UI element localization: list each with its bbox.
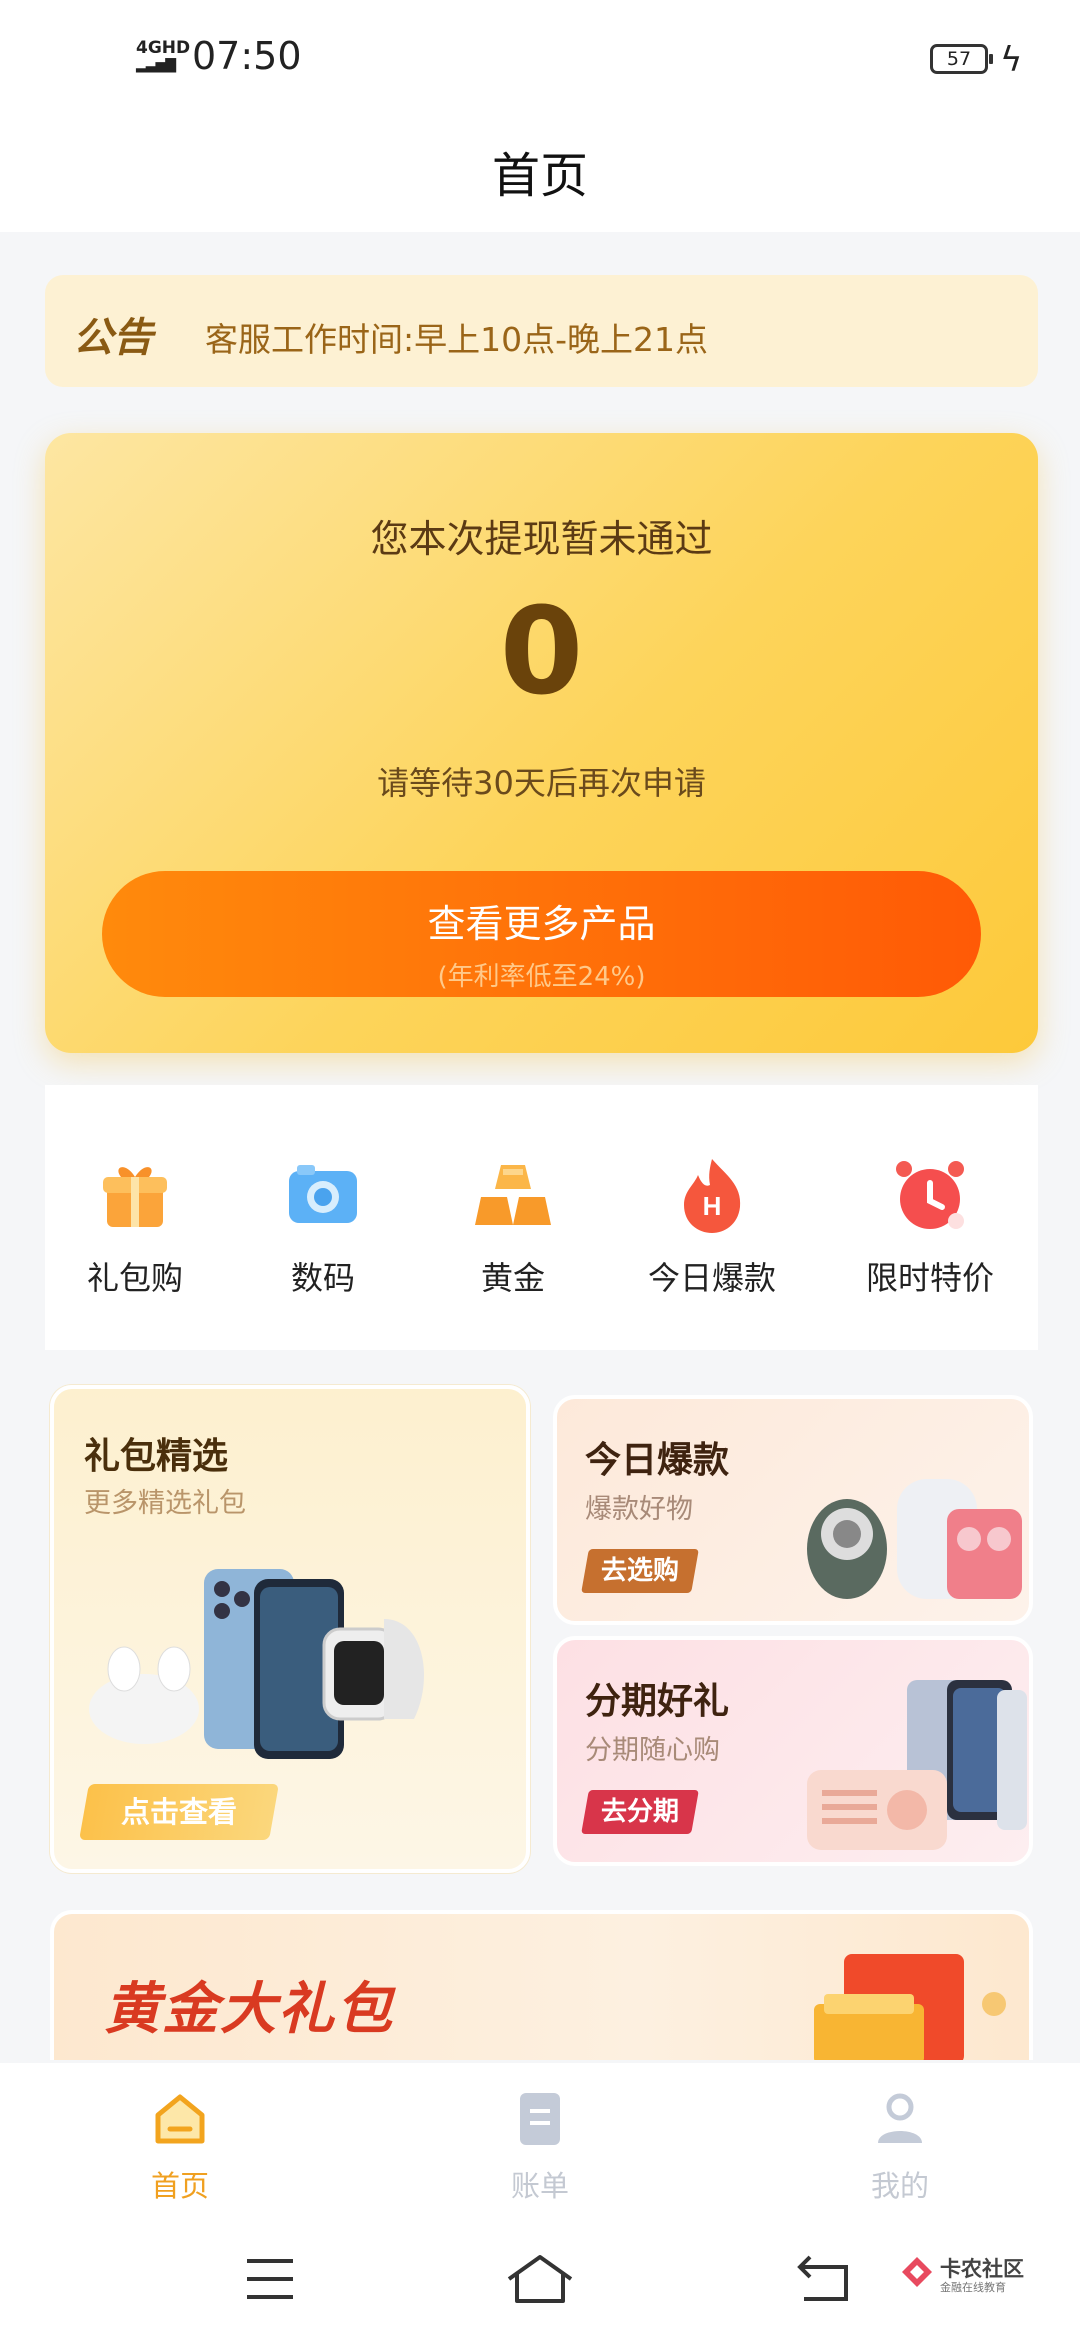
- fire-icon: H: [672, 1155, 752, 1235]
- promo-subtitle: 更多精选礼包: [84, 1488, 246, 1519]
- status-bar: 4GHD ▂▃▅▇ 07:50 57 ϟ: [0, 0, 1080, 110]
- category-hot-today[interactable]: H 今日爆款: [627, 1155, 797, 1299]
- gold-bar-icon: [473, 1155, 553, 1235]
- bottom-tab-bar: 首页 账单 我的: [0, 2063, 1080, 2223]
- withdrawal-status-subtitle: 请等待30天后再次申请: [377, 764, 706, 802]
- phones-and-earbuds-image: [89, 1569, 424, 1759]
- category-label: 黄金: [480, 1259, 545, 1297]
- promo-subtitle: 分期随心购: [585, 1735, 720, 1766]
- gold-bars-gift-image: [814, 1954, 1006, 2060]
- promo-subtitle: 爆款好物: [585, 1494, 693, 1525]
- system-navigation-bar: 卡农社区 金融在线教育: [0, 2223, 1080, 2340]
- status-time: 07:50: [192, 34, 302, 78]
- view-more-products-label: 查看更多产品: [427, 902, 656, 946]
- tab-bill[interactable]: 账单: [440, 2091, 640, 2205]
- promo-title: 礼包精选: [84, 1436, 229, 1477]
- tab-home[interactable]: 首页: [80, 2091, 280, 2205]
- watermark-logo-icon: [902, 2257, 932, 2287]
- promo-hot-today[interactable]: 今日爆款 爆款好物 去选购: [553, 1395, 1033, 1625]
- promo-installment[interactable]: 分期好礼 分期随心购 去分期: [553, 1636, 1033, 1866]
- profile-icon: [872, 2091, 928, 2147]
- promo-title: 分期好礼: [585, 1681, 730, 1722]
- category-digital[interactable]: 数码: [238, 1155, 408, 1299]
- category-gold[interactable]: 黄金: [428, 1155, 598, 1299]
- gadgets-image: [807, 1479, 1022, 1599]
- tab-label: 我的: [870, 2169, 929, 2203]
- interest-rate-note: (年利率低至24%): [437, 962, 646, 992]
- tab-profile[interactable]: 我的: [800, 2091, 1000, 2205]
- page-title: 首页: [491, 148, 588, 204]
- category-gift[interactable]: 礼包购: [50, 1155, 220, 1299]
- withdrawal-status-card: 您本次提现暂未通过 0 请等待30天后再次申请 查看更多产品 (年利率低至24%…: [45, 433, 1038, 1053]
- tab-label: 账单: [510, 2169, 569, 2203]
- category-label: 今日爆款: [647, 1259, 776, 1297]
- charging-icon: ϟ: [1000, 40, 1023, 80]
- notice-tag: 公告: [73, 315, 153, 361]
- phones-and-radio-image: [807, 1680, 1027, 1850]
- promo-gold-gift-pack[interactable]: 黄金大礼包: [50, 1910, 1033, 2060]
- category-label: 礼包购: [86, 1259, 183, 1297]
- tab-label: 首页: [150, 2169, 209, 2203]
- back-icon[interactable]: [790, 2249, 860, 2309]
- bill-icon: [512, 2091, 568, 2147]
- category-flash-sale[interactable]: 限时特价: [845, 1155, 1015, 1299]
- view-featured-button[interactable]: 点击查看: [79, 1784, 279, 1840]
- camera-icon: [283, 1155, 363, 1235]
- category-label: 限时特价: [865, 1259, 994, 1297]
- notice-bar[interactable]: 公告 客服工作时间:早上10点-晚上21点: [45, 275, 1038, 387]
- home-icon: [152, 2091, 208, 2147]
- view-more-products-button[interactable]: 查看更多产品 (年利率低至24%): [102, 871, 981, 997]
- home-nav-icon[interactable]: [505, 2249, 575, 2309]
- page-header: 首页: [0, 110, 1080, 232]
- signal-icon: ▂▃▅▇: [136, 57, 176, 73]
- promo-gift-selection[interactable]: 礼包精选 更多精选礼包 点击查看: [50, 1385, 530, 1873]
- withdrawal-amount: 0: [499, 583, 584, 722]
- withdrawal-status-title: 您本次提现暂未通过: [370, 517, 713, 561]
- promo-title: 今日爆款: [585, 1440, 730, 1481]
- battery-icon: 57: [930, 44, 993, 74]
- go-shop-button[interactable]: 去选购: [581, 1549, 699, 1593]
- gift-icon: [95, 1155, 175, 1235]
- gold-banner-title: 黄金大礼包: [104, 1977, 394, 2042]
- go-installment-button[interactable]: 去分期: [581, 1790, 699, 1834]
- svg-text:H: H: [703, 1191, 722, 1221]
- notice-text: 客服工作时间:早上10点-晚上21点: [205, 320, 709, 359]
- category-row: 礼包购 数码 黄金 H 今日爆款 限时特价: [45, 1085, 1038, 1350]
- network-indicator: 4GHD ▂▃▅▇: [136, 38, 191, 74]
- alarm-clock-icon: [890, 1155, 970, 1235]
- category-label: 数码: [290, 1259, 355, 1297]
- menu-icon[interactable]: [235, 2249, 305, 2309]
